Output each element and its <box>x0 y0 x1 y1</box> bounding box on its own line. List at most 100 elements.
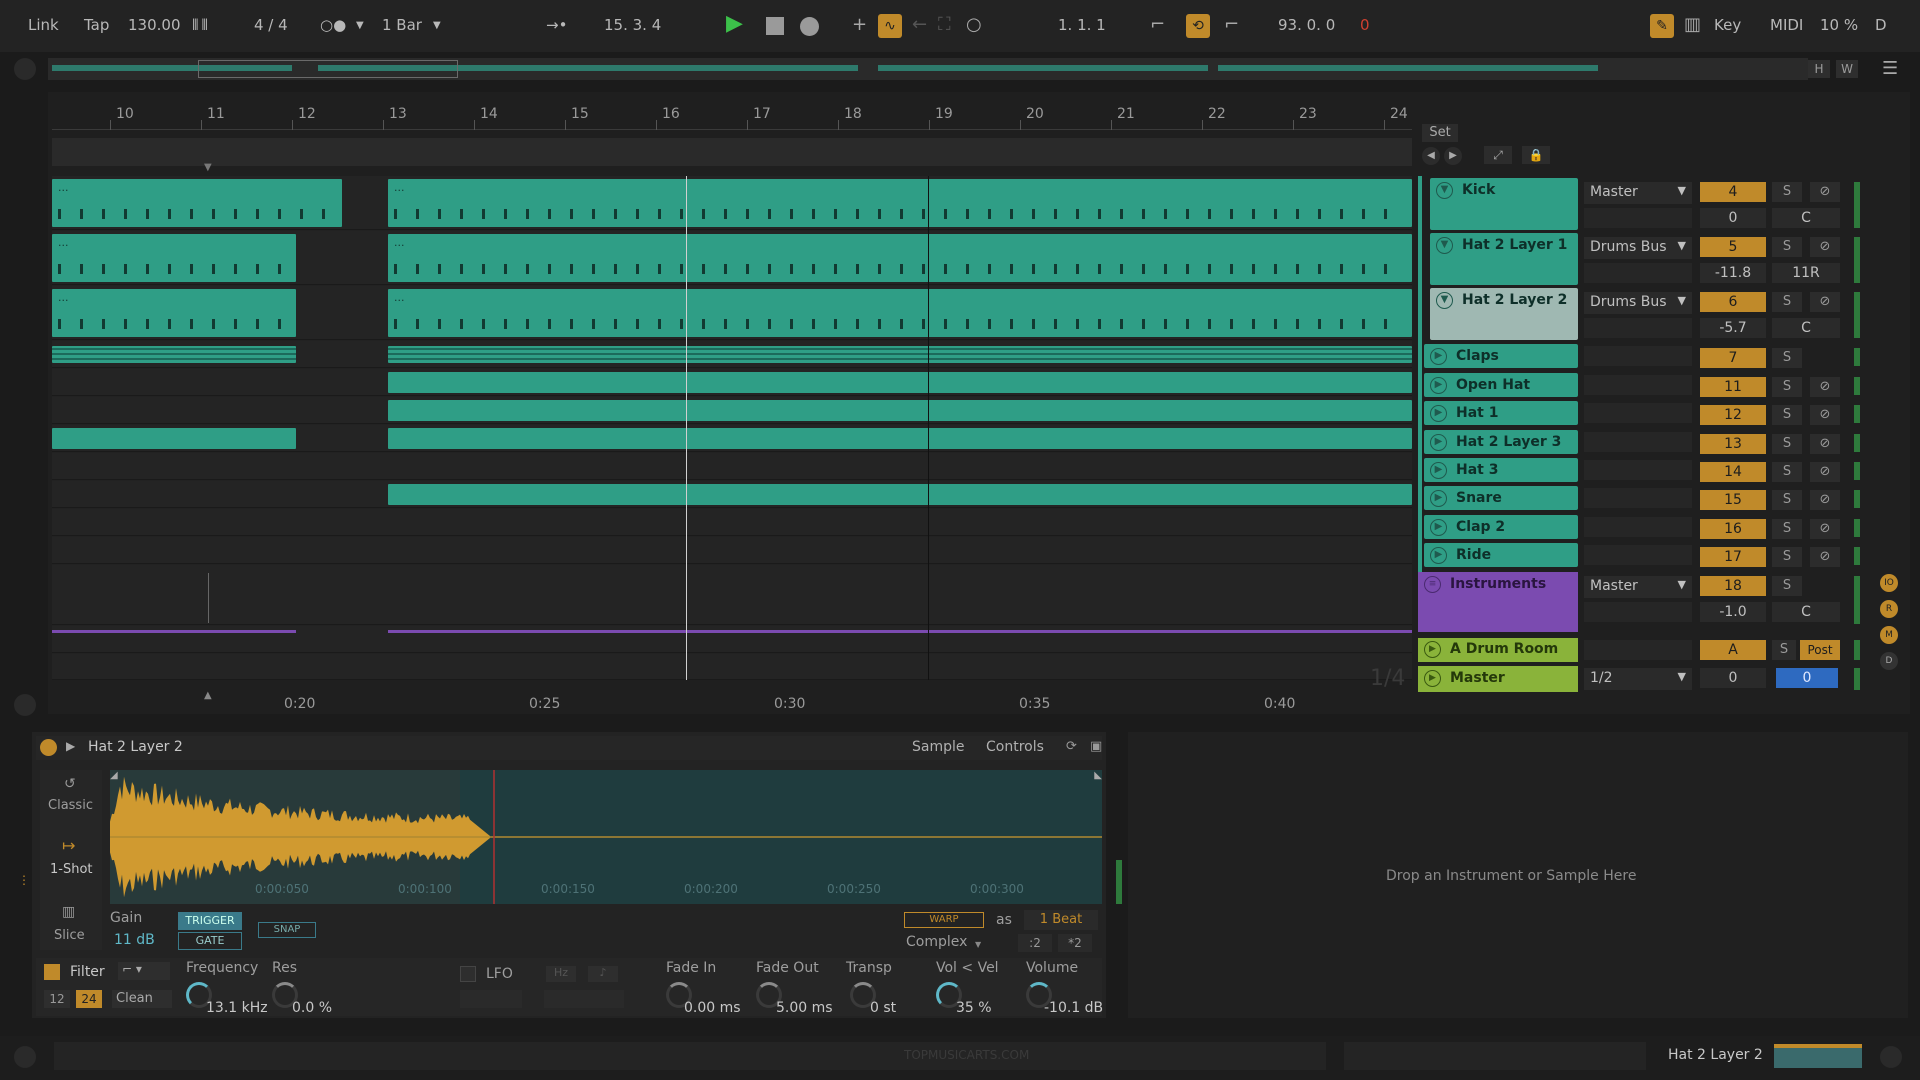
track-activator[interactable]: 16 <box>1700 519 1766 539</box>
hot-swap-icon[interactable]: ⟳ <box>1066 739 1077 754</box>
volume-field[interactable]: -11.8 <box>1700 263 1766 283</box>
start-marker-icon[interactable]: ◢ <box>110 770 118 781</box>
device-play-icon[interactable]: ▶ <box>66 739 75 753</box>
solo-button[interactable]: S <box>1772 434 1802 454</box>
keyboard-icon[interactable]: ▥ <box>1684 14 1701 35</box>
pan-field[interactable]: C <box>1772 208 1840 228</box>
warp-button[interactable]: WARP <box>904 912 984 928</box>
midi-clip[interactable]: ... <box>388 234 1412 282</box>
beat-time-ruler[interactable]: 10 11 12 13 14 15 16 17 18 19 20 21 22 23 24 <box>52 104 1412 130</box>
arm-icon[interactable]: ⊘ <box>1810 405 1840 425</box>
track-play-icon[interactable]: ▶ <box>1430 462 1447 479</box>
output-routing-menu[interactable]: Master ▼ <box>1584 182 1692 204</box>
track-header[interactable]: ▼ Hat 2 Layer 1 <box>1430 233 1578 285</box>
solo-button[interactable]: S <box>1772 547 1802 567</box>
track-play-icon[interactable]: ▶ <box>1424 670 1441 687</box>
chevron-down-icon[interactable]: ▼ <box>433 20 441 31</box>
warp-beats-field[interactable]: 1 Beat <box>1024 910 1098 930</box>
solo-button[interactable]: S <box>1772 576 1802 596</box>
track-activator[interactable]: 7 <box>1700 348 1766 368</box>
output-routing-menu[interactable]: Drums Bus ▼ <box>1584 292 1692 314</box>
filter-slope-12-button[interactable]: 12 <box>44 990 70 1008</box>
track-activator[interactable]: 11 <box>1700 377 1766 397</box>
track-header[interactable]: ▶ Snare <box>1424 486 1578 510</box>
returns-toggle-icon[interactable]: R <box>1880 600 1898 618</box>
tab-sample[interactable]: Sample <box>912 739 965 755</box>
output-routing-menu[interactable] <box>1584 488 1692 508</box>
solo-button[interactable]: S <box>1772 237 1802 257</box>
pan-field[interactable]: 11R <box>1772 263 1840 283</box>
loop-start-field[interactable]: 1. 1. 1 <box>1058 16 1106 34</box>
height-optimize-button[interactable]: H <box>1808 60 1830 78</box>
track-play-icon[interactable]: ▶ <box>1430 377 1447 394</box>
punch-out-icon[interactable]: ⌐ <box>1224 14 1239 35</box>
output-routing-menu[interactable] <box>1584 460 1692 480</box>
cue-volume-field[interactable]: 0 <box>1776 668 1838 688</box>
device-drop-zone[interactable]: Drop an Instrument or Sample Here <box>1128 732 1908 1018</box>
metronome-icon[interactable]: ⦀ ⦀ <box>192 16 208 34</box>
midi-clip[interactable] <box>388 346 1412 363</box>
fade-out-value[interactable]: 5.00 ms <box>776 1000 833 1016</box>
warp-mode-menu[interactable]: Complex <box>906 934 967 950</box>
io-toggle-icon[interactable]: IO <box>1880 574 1898 592</box>
set-button[interactable]: Set <box>1422 124 1458 142</box>
filter-type-menu[interactable]: ⌐ ▾ <box>118 962 170 980</box>
solo-button[interactable]: S <box>1772 377 1802 397</box>
midi-clip[interactable] <box>388 400 1412 421</box>
midi-clip[interactable]: ... <box>52 234 296 282</box>
one-shot-mode-icon[interactable]: ↦ <box>62 836 75 855</box>
nav-left-icon[interactable]: ◀ <box>1422 147 1440 165</box>
chevron-down-icon[interactable]: ▼ <box>1678 239 1686 252</box>
punch-in-icon[interactable]: ⌐ <box>1150 14 1165 35</box>
save-preset-icon[interactable]: ▣ <box>1090 739 1102 754</box>
nav-right-icon[interactable]: ▶ <box>1444 147 1462 165</box>
chevron-down-icon[interactable]: ▼ <box>975 940 981 949</box>
song-position-field[interactable]: 15. 3. 4 <box>604 16 661 34</box>
half-tempo-button[interactable]: :2 <box>1018 934 1052 952</box>
arm-icon[interactable]: ⊘ <box>1810 292 1840 312</box>
master-volume-field[interactable]: 0 <box>1700 668 1766 688</box>
track-header[interactable]: ▶ Open Hat <box>1424 373 1578 397</box>
track-activator[interactable]: 17 <box>1700 547 1766 567</box>
quantize-menu[interactable]: 1 Bar <box>382 16 422 34</box>
track-lane[interactable] <box>52 453 1412 480</box>
fold-icon[interactable]: ▼ <box>1436 237 1453 254</box>
output-channel-menu[interactable] <box>1584 208 1692 228</box>
transpose-value[interactable]: 0 st <box>870 1000 896 1016</box>
loop-bar[interactable]: ▼ <box>52 138 1412 173</box>
zoom-toggle-icon[interactable] <box>14 694 36 716</box>
width-optimize-button[interactable]: W <box>1836 60 1858 78</box>
solo-button[interactable]: S <box>1772 348 1802 368</box>
filter-slope-24-button[interactable]: 24 <box>76 990 102 1008</box>
track-header[interactable]: ▼ Kick <box>1430 178 1578 230</box>
menu-icon[interactable]: ☰ <box>1882 58 1898 79</box>
filter-toggle[interactable] <box>44 964 60 980</box>
midi-clip[interactable]: ... <box>52 179 342 227</box>
overview-viewport[interactable] <box>198 60 458 78</box>
pan-field[interactable]: C <box>1772 318 1840 338</box>
playhead[interactable] <box>686 176 687 680</box>
one-shot-mode-button[interactable]: 1-Shot <box>50 862 93 877</box>
trigger-button[interactable]: TRIGGER <box>178 912 242 930</box>
output-channel-menu[interactable] <box>1584 318 1692 338</box>
lfo-toggle[interactable] <box>460 966 476 982</box>
track-header[interactable]: ▼ Hat 2 Layer 2 <box>1430 288 1578 340</box>
info-toggle-icon[interactable] <box>14 1046 36 1068</box>
solo-button[interactable]: S <box>1772 292 1802 312</box>
filter-circuit-menu[interactable]: Clean <box>112 990 172 1008</box>
solo-button[interactable]: S <box>1772 640 1796 660</box>
track-activator[interactable]: 15 <box>1700 490 1766 510</box>
output-routing-menu[interactable] <box>1584 545 1692 565</box>
chevron-down-icon[interactable]: ▼ <box>1678 294 1686 307</box>
track-activator[interactable]: 13 <box>1700 434 1766 454</box>
output-routing-menu[interactable] <box>1584 375 1692 395</box>
output-channel-menu[interactable] <box>1584 263 1692 283</box>
frequency-value[interactable]: 13.1 kHz <box>206 1000 268 1016</box>
output-routing-menu[interactable] <box>1584 432 1692 452</box>
midi-clip[interactable]: ... <box>388 179 1412 227</box>
midi-clip[interactable]: ... <box>388 289 1412 337</box>
track-header[interactable]: ▶ Hat 3 <box>1424 458 1578 482</box>
volume-field[interactable]: -1.0 <box>1700 602 1766 622</box>
track-play-icon[interactable]: ▶ <box>1430 348 1447 365</box>
snap-button[interactable]: SNAP <box>258 922 316 938</box>
